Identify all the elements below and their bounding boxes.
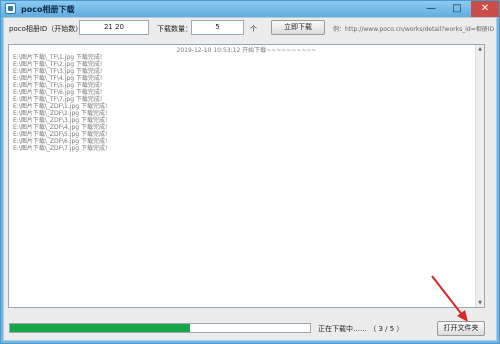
log-line: E:\图片下载\_TF\5.jpg 下载完成!	[13, 82, 103, 89]
log-line: E:\图片下载\_ZDF\6.jpg 下载完成!	[13, 138, 108, 145]
album-id-label: poco相册ID（开始数）：	[9, 25, 86, 33]
log-output[interactable]: 2019-12-10 10:53:12 开始下载~~~~~~~~~~ E:\图片…	[8, 44, 485, 308]
log-line: E:\图片下载\_TF\1.jpg 下载完成!	[13, 54, 103, 61]
maximize-button[interactable]: □	[444, 1, 470, 17]
example-url-text: 例：http://www.poco.cn/works/detail?works_…	[333, 26, 495, 33]
log-header: 2019-12-10 10:53:12 开始下载~~~~~~~~~~	[176, 47, 317, 54]
download-count-input[interactable]: 5	[191, 20, 244, 35]
scroll-up-icon[interactable]: ▲	[476, 45, 484, 53]
minimize-button[interactable]: —	[418, 1, 444, 17]
title-bar: poco相册下载 — □ ✕	[1, 1, 499, 17]
scroll-down-icon[interactable]: ▼	[476, 299, 484, 307]
log-scrollbar[interactable]: ▲ ▼	[475, 45, 484, 307]
app-icon	[5, 3, 16, 14]
log-line: E:\图片下载\_ZDF\5.jpg 下载完成!	[13, 131, 108, 138]
log-line: E:\图片下载\_TF\7.jpg 下载完成!	[13, 96, 103, 103]
close-button[interactable]: ✕	[471, 1, 499, 17]
annotation-arrow-line	[431, 275, 464, 317]
log-line: E:\图片下载\_ZDF\2.jpg 下载完成!	[13, 110, 108, 117]
download-count-label: 下载数量：	[157, 25, 192, 33]
log-line: E:\图片下载\_ZDF\3.jpg 下载完成!	[13, 117, 108, 124]
log-line: E:\图片下载\_TF\6.jpg 下载完成!	[13, 89, 103, 96]
window-title: poco相册下载	[21, 5, 75, 14]
download-progress-bar	[9, 323, 311, 333]
download-count-suffix: 个	[250, 25, 257, 33]
log-line: E:\图片下载\_ZDF\7.jpg 下载完成!	[13, 145, 108, 152]
annotation-arrow-icon	[431, 275, 468, 322]
album-id-input[interactable]: 21 20	[79, 20, 149, 35]
log-line: E:\图片下载\_ZDF\4.jpg 下载完成!	[13, 124, 108, 131]
download-now-button[interactable]: 立即下载	[271, 20, 325, 35]
log-line: E:\图片下载\_TF\4.jpg 下载完成!	[13, 75, 103, 82]
download-status-text: 正在下载中…… （ 3 / 5 ）	[318, 325, 404, 333]
log-lines: E:\图片下载\_TF\1.jpg 下载完成! E:\图片下载\_TF\2.jp…	[13, 54, 107, 152]
app-window: poco相册下载 — □ ✕ poco相册ID（开始数）： 21 20 下载数量…	[0, 0, 500, 344]
log-line: E:\图片下载\_TF\2.jpg 下载完成!	[13, 61, 103, 68]
log-line: E:\图片下载\_TF\3.jpg 下载完成!	[13, 68, 103, 75]
download-progress-fill	[10, 324, 190, 332]
log-line: E:\图片下载\_ZDF\1.jpg 下载完成!	[13, 103, 108, 110]
